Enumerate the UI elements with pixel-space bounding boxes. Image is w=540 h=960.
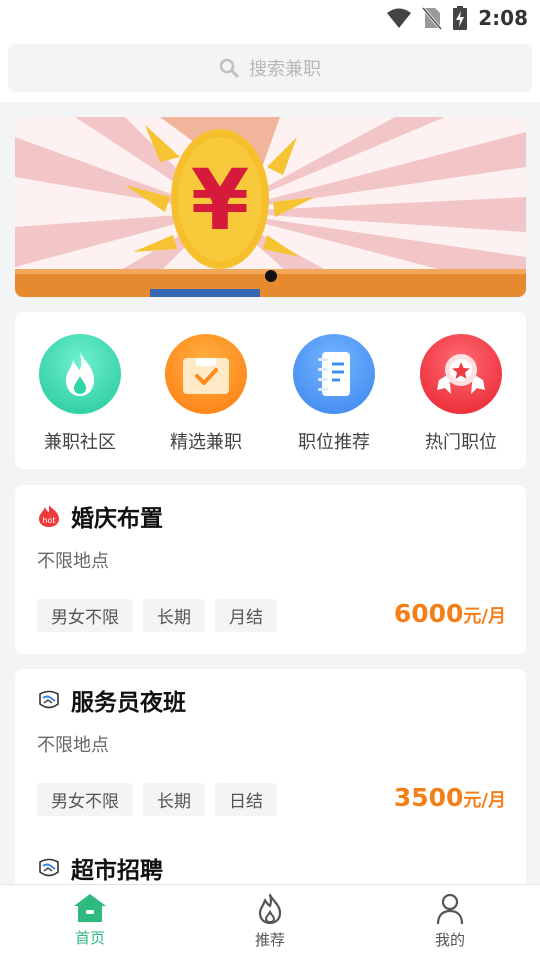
- job-salary: 3500 元/月: [394, 783, 506, 812]
- job-tags: 男女不限 长期 日结: [37, 783, 277, 816]
- handshake-icon: [39, 858, 59, 877]
- no-sim-icon: [422, 7, 443, 30]
- hot-badge-icon: hot: [39, 505, 59, 527]
- tab-label: 首页: [74, 929, 105, 947]
- svg-text:hot: hot: [42, 516, 55, 525]
- search-placeholder: 搜索兼职: [249, 59, 321, 80]
- job-tag: 日结: [215, 783, 277, 816]
- carousel-indicator-dot[interactable]: [265, 270, 277, 282]
- wifi-icon: [387, 8, 412, 28]
- bottom-tab-bar: 首页 推荐 我的: [0, 884, 540, 960]
- quick-nav-item-recommend[interactable]: 职位推荐: [279, 334, 389, 454]
- award-badge-icon: [420, 334, 502, 414]
- job-title-row: hot 婚庆布置: [37, 499, 163, 533]
- job-salary: 6000 元/月: [394, 599, 506, 628]
- tab-me[interactable]: 我的: [390, 893, 510, 950]
- flame-outline-icon: [258, 893, 282, 925]
- person-icon: [436, 893, 464, 925]
- tab-home[interactable]: 首页: [30, 893, 150, 948]
- job-card[interactable]: hot 婚庆布置 不限地点 男女不限 长期 月结 6000 元/月: [15, 485, 526, 654]
- tab-label: 我的: [434, 931, 465, 949]
- quick-nav-label: 职位推荐: [298, 432, 370, 453]
- job-tag: 长期: [143, 599, 205, 632]
- salary-amount: 3500: [393, 783, 464, 812]
- home-icon: [74, 894, 106, 922]
- notebook-icon: [293, 334, 375, 414]
- job-tag: 男女不限: [37, 599, 133, 632]
- salary-unit: 元/月: [463, 790, 506, 811]
- search-input[interactable]: 搜索兼职: [8, 44, 532, 92]
- quick-nav-label: 兼职社区: [44, 432, 116, 453]
- salary-unit: 元/月: [463, 606, 506, 627]
- job-location: 不限地点: [37, 551, 109, 572]
- handshake-icon: [39, 690, 59, 709]
- tab-recommend[interactable]: 推荐: [210, 893, 330, 950]
- promo-banner[interactable]: ¥: [15, 117, 526, 297]
- job-title: 服务员夜班: [71, 690, 186, 716]
- search-bar: 搜索兼职: [0, 36, 540, 102]
- battery-charging-icon: [453, 6, 468, 30]
- job-card[interactable]: 服务员夜班 不限地点 男女不限 长期 日结 3500 元/月 超市招聘: [15, 669, 526, 909]
- quick-nav-label: 热门职位: [425, 432, 497, 453]
- quick-nav-label: 精选兼职: [170, 432, 242, 453]
- job-tag: 男女不限: [37, 783, 133, 816]
- quick-nav-item-featured[interactable]: 精选兼职: [151, 334, 261, 454]
- clock: 2:08: [478, 6, 528, 30]
- status-bar: 2:08: [0, 0, 540, 36]
- job-location: 不限地点: [37, 735, 109, 756]
- search-icon: [219, 58, 239, 78]
- flame-icon: [39, 334, 121, 414]
- clipboard-check-icon: [165, 334, 247, 414]
- job-title-row: 服务员夜班: [37, 683, 186, 717]
- job-tag: 长期: [143, 783, 205, 816]
- quick-nav-panel: 兼职社区 精选兼职 职位推荐 热门职位: [15, 312, 526, 469]
- job-title: 婚庆布置: [71, 506, 163, 532]
- salary-amount: 6000: [393, 599, 464, 628]
- quick-nav-item-community[interactable]: 兼职社区: [25, 334, 135, 454]
- job-tag: 月结: [215, 599, 277, 632]
- job-title: 超市招聘: [71, 858, 163, 884]
- quick-nav-item-hot[interactable]: 热门职位: [406, 334, 516, 454]
- yen-glyph: ¥: [191, 151, 249, 249]
- tab-label: 推荐: [254, 931, 285, 949]
- job-tags: 男女不限 长期 月结: [37, 599, 277, 632]
- status-icons: 2:08: [386, 6, 528, 30]
- job-title-row[interactable]: 超市招聘: [37, 851, 163, 885]
